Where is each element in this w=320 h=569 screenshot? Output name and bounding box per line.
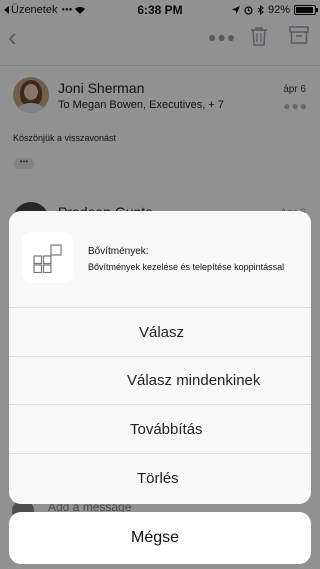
addins-icon [33,244,62,273]
addins-description: Bővítmények kezelése és telepítése koppi… [88,262,285,272]
delete-label: Törlés [137,470,179,487]
delete-button[interactable]: Törlés [9,455,311,503]
reply-button[interactable]: Válasz [9,309,311,357]
cancel-button[interactable]: Mégse [9,512,311,564]
forward-label: Továbbítás [130,421,203,438]
addins-title: Bővítmények: [88,246,149,257]
addins-row[interactable]: Bővítmények: Bővítmények kezelése és tel… [9,211,311,308]
reply-label: Válasz [139,324,185,341]
action-sheet: Bővítmények: Bővítmények kezelése és tel… [9,211,311,504]
forward-button[interactable]: Továbbítás [9,406,311,454]
addins-tile [22,232,73,283]
reply-all-label: Válasz mindenkinek [127,372,261,389]
reply-all-button[interactable]: Válasz mindenkinek [9,357,311,405]
cancel-label: Mégse [131,529,180,546]
